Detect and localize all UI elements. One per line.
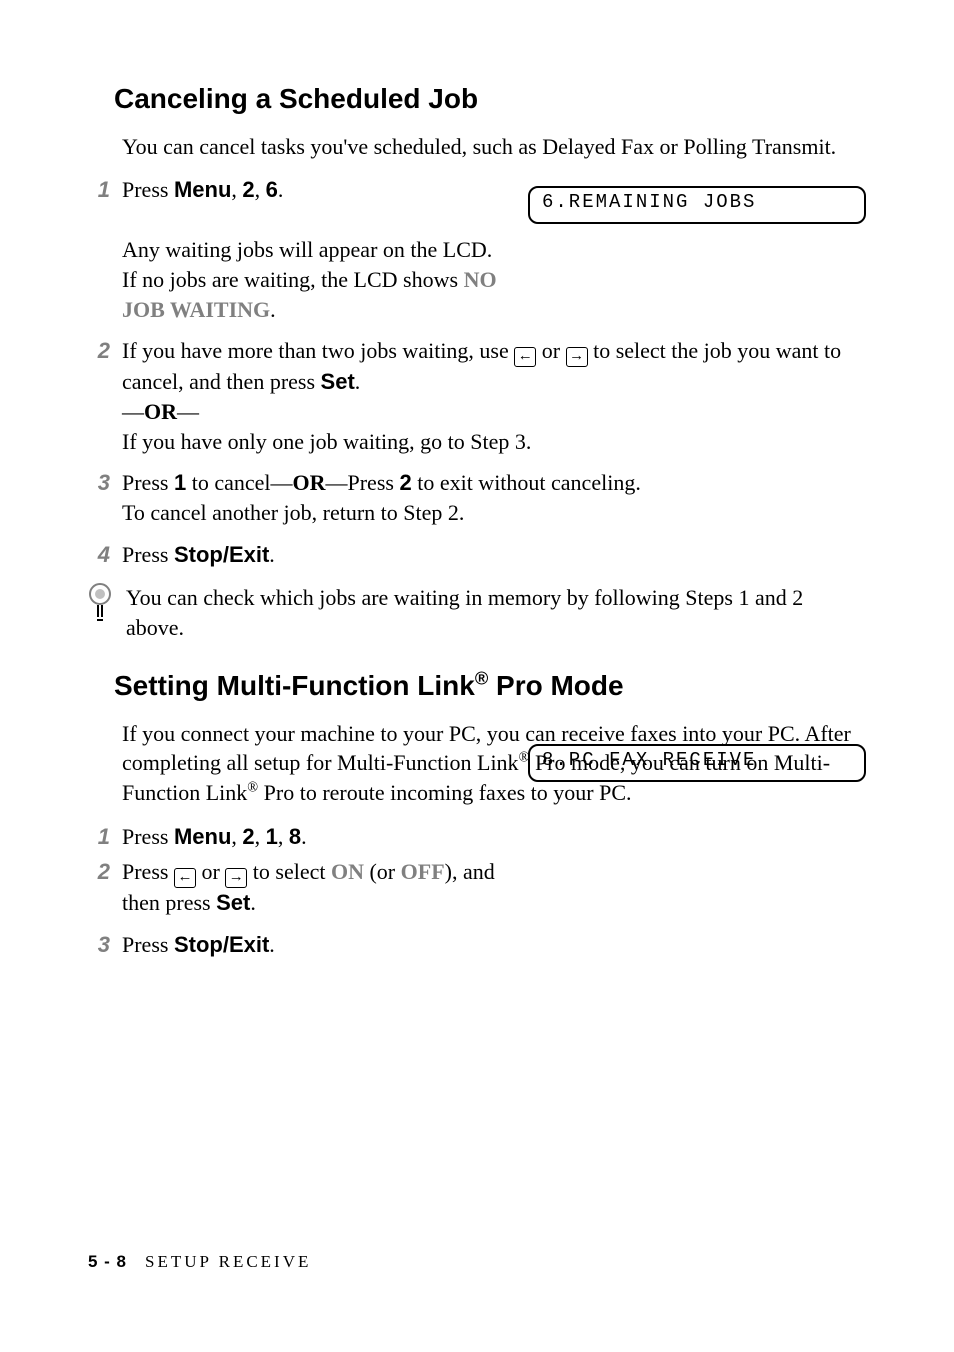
lcd-pc-fax-receive: 8.PC FAX RECEIVE	[528, 744, 866, 782]
label-stop-exit: Stop/Exit	[174, 932, 269, 957]
txt: Press	[122, 932, 174, 957]
arrow-right-icon: →	[225, 868, 247, 888]
txt: to select	[247, 859, 331, 884]
tip-text: You can check which jobs are waiting in …	[126, 583, 866, 642]
label-on: ON	[331, 859, 364, 884]
txt: —Press	[326, 470, 400, 495]
dot: .	[355, 369, 361, 394]
key-2: 2	[399, 470, 411, 495]
s2-step1-body: Press Menu, 2, 1, 8.	[122, 822, 866, 852]
step3-body: Press 1 to cancel—OR—Press 2 to exit wit…	[122, 468, 866, 527]
s2-step3-body: Press Stop/Exit.	[122, 930, 866, 960]
arrow-left-icon: ←	[174, 868, 196, 888]
step-number-3: 3	[88, 930, 110, 960]
step-number-2: 2	[88, 336, 110, 366]
dot: .	[269, 542, 275, 567]
arrow-left-icon: ←	[514, 347, 536, 367]
txt: Press	[122, 542, 174, 567]
txt: (or	[364, 859, 401, 884]
registered-mark: ®	[475, 668, 488, 688]
heading-mfl-pro: Setting Multi-Function Link® Pro Mode	[114, 667, 866, 705]
sep: ,	[255, 177, 266, 202]
dot: .	[301, 824, 307, 849]
key-2: 2	[242, 177, 254, 202]
step-number-1: 1	[88, 822, 110, 852]
label-or: OR	[144, 399, 177, 424]
txt: to exit without canceling.	[412, 470, 641, 495]
txt: Press	[122, 470, 174, 495]
label-or: OR	[293, 470, 326, 495]
txt: to cancel—	[186, 470, 292, 495]
page-footer: 5 - 8 SETUP RECEIVE	[88, 1252, 311, 1272]
dot: .	[269, 932, 275, 957]
note-c: .	[270, 297, 276, 322]
sep: ,	[231, 177, 242, 202]
key-1: 1	[266, 824, 278, 849]
step-number-4: 4	[88, 540, 110, 570]
txt: or	[196, 859, 225, 884]
heading-part-a: Setting Multi-Function Link	[114, 670, 475, 701]
txt: Pro to reroute incoming faxes to your PC…	[258, 780, 631, 805]
arrow-right-icon: →	[566, 347, 588, 367]
step-number-2: 2	[88, 857, 110, 887]
dash: —	[122, 399, 144, 424]
step2-body: If you have more than two jobs waiting, …	[122, 336, 866, 456]
sep: ,	[278, 824, 289, 849]
sep: ,	[255, 824, 266, 849]
step4-body: Press Stop/Exit.	[122, 540, 866, 570]
page-number: 5 - 8	[88, 1252, 127, 1271]
label-stop-exit: Stop/Exit	[174, 542, 269, 567]
label-menu: Menu	[174, 177, 231, 202]
note-a: Any waiting jobs will appear on the LCD.…	[122, 237, 492, 292]
txt: Press	[122, 824, 174, 849]
txt: To cancel another job, return to Step 2.	[122, 500, 464, 525]
lightbulb-icon	[88, 583, 112, 623]
heading-cancel-job: Canceling a Scheduled Job	[114, 80, 866, 118]
s2-step2-body: Press ← or → to select ON (or OFF), and …	[122, 857, 522, 918]
registered-mark: ®	[247, 780, 258, 796]
key-6: 6	[266, 177, 278, 202]
label-set: Set	[216, 890, 250, 915]
label-set: Set	[321, 369, 355, 394]
dash: —	[177, 399, 199, 424]
step-number-1: 1	[88, 175, 110, 205]
key-1: 1	[174, 470, 186, 495]
step-number-3: 3	[88, 468, 110, 498]
txt: Press	[122, 177, 174, 202]
key-2: 2	[242, 824, 254, 849]
lcd-remaining-jobs: 6.REMAINING JOBS	[528, 186, 866, 224]
label-menu: Menu	[174, 824, 231, 849]
chapter-name: SETUP RECEIVE	[145, 1252, 311, 1271]
dot: .	[250, 890, 256, 915]
txt: Press	[122, 859, 174, 884]
label-off: OFF	[401, 859, 445, 884]
txt: If you have only one job waiting, go to …	[122, 429, 531, 454]
txt: If you have more than two jobs waiting, …	[122, 338, 514, 363]
key-8: 8	[289, 824, 301, 849]
intro-cancel-job: You can cancel tasks you've scheduled, s…	[122, 132, 866, 162]
dot: .	[278, 177, 284, 202]
heading-part-b: Pro Mode	[488, 670, 623, 701]
txt: or	[536, 338, 565, 363]
sep: ,	[231, 824, 242, 849]
